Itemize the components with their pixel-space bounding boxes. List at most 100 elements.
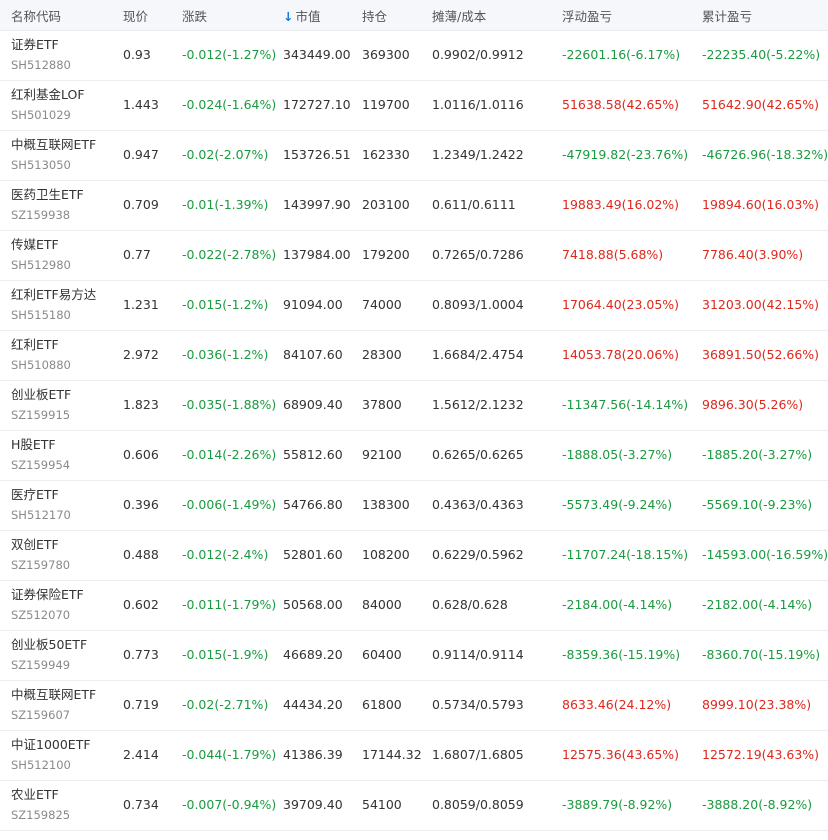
price-cell: 0.709 <box>123 197 159 212</box>
table-row[interactable]: 红利ETF易方达 SH515180 1.231 -0.015(-1.2%) 91094.… <box>0 281 828 331</box>
float-pnl-cell: -22601.16(-6.17%) <box>562 47 681 62</box>
qty-cell: 61800 <box>362 697 402 712</box>
acc-pnl-cell: -1885.20(-3.27%) <box>702 447 813 462</box>
fund-code: SZ159954 <box>11 458 71 472</box>
table-row[interactable]: 双创ETF SZ159780 0.488 -0.012(-2.4%) 52801.60 1… <box>0 531 828 581</box>
change-cell: -0.02(-2.71%) <box>182 697 269 712</box>
table-row[interactable]: 证券ETF SH512880 0.93 -0.012(-1.27%) 343449.00… <box>0 31 828 81</box>
fund-name-code[interactable]: 红利ETF易方达 SH515180 <box>11 286 96 324</box>
table-row[interactable]: 中证1000ETF SH512100 2.414 -0.044(-1.79%) 4138… <box>0 731 828 781</box>
fund-name[interactable]: 中概互联网ETF <box>11 686 96 704</box>
market-value-cell: 44434.20 <box>283 697 343 712</box>
table-row[interactable]: 红利ETF SH510880 2.972 -0.036(-1.2%) 84107.60 2… <box>0 331 828 381</box>
cost-cell: 1.0116/1.0116 <box>432 97 524 112</box>
fund-name[interactable]: 中证1000ETF <box>11 736 91 754</box>
change-cell: -0.007(-0.94%) <box>182 797 277 812</box>
acc-pnl-cell: 7786.40(3.90%) <box>702 247 804 262</box>
change-cell: -0.024(-1.64%) <box>182 97 277 112</box>
fund-name-code[interactable]: 传媒ETF SH512980 <box>11 236 71 274</box>
fund-name[interactable]: 创业板ETF <box>11 386 71 404</box>
fund-name-code[interactable]: 证券保险ETF SZ512070 <box>11 586 84 624</box>
fund-name[interactable]: 红利基金LOF <box>11 86 85 104</box>
fund-name-code[interactable]: 创业板50ETF SZ159949 <box>11 636 87 674</box>
market-value-cell: 343449.00 <box>283 47 351 62</box>
acc-pnl-cell: -2182.00(-4.14%) <box>702 597 813 612</box>
fund-name[interactable]: 中概互联网ETF <box>11 136 96 154</box>
cost-cell: 1.5612/2.1232 <box>432 397 524 412</box>
table-row[interactable]: 证券保险ETF SZ512070 0.602 -0.011(-1.79%) 50568.… <box>0 581 828 631</box>
market-value-cell: 143997.90 <box>283 197 351 212</box>
fund-name-code[interactable]: 创业板ETF SZ159915 <box>11 386 71 424</box>
price-cell: 0.606 <box>123 447 159 462</box>
fund-name-code[interactable]: 红利基金LOF SH501029 <box>11 86 85 124</box>
col-header-acc-pnl[interactable]: 累计盈亏 <box>702 6 752 25</box>
fund-name-code[interactable]: 农业ETF SZ159825 <box>11 786 70 824</box>
price-cell: 1.231 <box>123 297 159 312</box>
qty-cell: 138300 <box>362 497 410 512</box>
change-cell: -0.022(-2.78%) <box>182 247 277 262</box>
fund-name-code[interactable]: H股ETF SZ159954 <box>11 436 70 474</box>
fund-name-code[interactable]: 医药卫生ETF SZ159938 <box>11 186 84 224</box>
fund-name-code[interactable]: 中概互联网ETF SZ159607 <box>11 686 96 724</box>
col-header-change[interactable]: 涨跌 <box>182 6 207 25</box>
float-pnl-cell: -11707.24(-18.15%) <box>562 547 689 562</box>
acc-pnl-cell: -46726.96(-18.32%) <box>702 147 828 162</box>
price-cell: 0.488 <box>123 547 159 562</box>
table-row[interactable]: 创业板ETF SZ159915 1.823 -0.035(-1.88%) 68909.4… <box>0 381 828 431</box>
fund-name[interactable]: 红利ETF易方达 <box>11 286 96 304</box>
fund-name[interactable]: 创业板50ETF <box>11 636 87 654</box>
float-pnl-cell: -2184.00(-4.14%) <box>562 597 673 612</box>
change-cell: -0.014(-2.26%) <box>182 447 277 462</box>
change-cell: -0.035(-1.88%) <box>182 397 277 412</box>
fund-code: SZ159780 <box>11 558 71 572</box>
col-header-market-value[interactable]: ↓ 市值 <box>283 6 321 25</box>
cost-cell: 0.6229/0.5962 <box>432 547 524 562</box>
fund-name[interactable]: 双创ETF <box>11 536 70 554</box>
table-row[interactable]: 中概互联网ETF SZ159607 0.719 -0.02(-2.71%) 44434.… <box>0 681 828 731</box>
qty-cell: 108200 <box>362 547 410 562</box>
table-row[interactable]: 医药卫生ETF SZ159938 0.709 -0.01(-1.39%) 143997.… <box>0 181 828 231</box>
cost-cell: 0.8059/0.8059 <box>432 797 524 812</box>
col-header-qty[interactable]: 持仓 <box>362 6 387 25</box>
col-header-float-pnl[interactable]: 浮动盈亏 <box>562 6 612 25</box>
col-header-cost[interactable]: 摊薄/成本 <box>432 6 486 25</box>
fund-name-code[interactable]: 证券ETF SH512880 <box>11 36 71 74</box>
col-header-name[interactable]: 名称代码 <box>11 6 61 25</box>
acc-pnl-cell: 12572.19(43.63%) <box>702 747 820 762</box>
market-value-cell: 91094.00 <box>283 297 343 312</box>
fund-name[interactable]: 传媒ETF <box>11 236 71 254</box>
fund-name[interactable]: 证券保险ETF <box>11 586 84 604</box>
market-value-cell: 54766.80 <box>283 497 343 512</box>
table-row[interactable]: 农业ETF SZ159825 0.734 -0.007(-0.94%) 39709.40… <box>0 781 828 831</box>
table-row[interactable]: 创业板50ETF SZ159949 0.773 -0.015(-1.9%) 46689.… <box>0 631 828 681</box>
fund-name[interactable]: 红利ETF <box>11 336 71 354</box>
fund-name-code[interactable]: 中概互联网ETF SH513050 <box>11 136 96 174</box>
fund-name-code[interactable]: 医疗ETF SH512170 <box>11 486 71 524</box>
float-pnl-cell: -3889.79(-8.92%) <box>562 797 673 812</box>
fund-name-code[interactable]: 红利ETF SH510880 <box>11 336 71 374</box>
change-cell: -0.015(-1.9%) <box>182 647 269 662</box>
fund-name-code[interactable]: 中证1000ETF SH512100 <box>11 736 91 774</box>
fund-name[interactable]: H股ETF <box>11 436 70 454</box>
fund-name[interactable]: 农业ETF <box>11 786 70 804</box>
fund-code: SZ159949 <box>11 658 71 672</box>
fund-code: SH515180 <box>11 308 71 322</box>
table-row[interactable]: 医疗ETF SH512170 0.396 -0.006(-1.49%) 54766.80… <box>0 481 828 531</box>
fund-name[interactable]: 证券ETF <box>11 36 71 54</box>
acc-pnl-cell: 31203.00(42.15%) <box>702 297 820 312</box>
col-header-price[interactable]: 现价 <box>123 6 148 25</box>
fund-name-code[interactable]: 双创ETF SZ159780 <box>11 536 70 574</box>
table-row[interactable]: H股ETF SZ159954 0.606 -0.014(-2.26%) 55812.60… <box>0 431 828 481</box>
price-cell: 0.602 <box>123 597 159 612</box>
qty-cell: 119700 <box>362 97 410 112</box>
acc-pnl-cell: 19894.60(16.03%) <box>702 197 820 212</box>
table-row[interactable]: 中概互联网ETF SH513050 0.947 -0.02(-2.07%) 153726… <box>0 131 828 181</box>
table-row[interactable]: 传媒ETF SH512980 0.77 -0.022(-2.78%) 137984.00… <box>0 231 828 281</box>
cost-cell: 0.5734/0.5793 <box>432 697 524 712</box>
change-cell: -0.006(-1.49%) <box>182 497 277 512</box>
qty-cell: 60400 <box>362 647 402 662</box>
table-body: 证券ETF SH512880 0.93 -0.012(-1.27%) 343449.00… <box>0 31 828 831</box>
fund-name[interactable]: 医药卫生ETF <box>11 186 84 204</box>
fund-name[interactable]: 医疗ETF <box>11 486 71 504</box>
table-row[interactable]: 红利基金LOF SH501029 1.443 -0.024(-1.64%) 172727… <box>0 81 828 131</box>
